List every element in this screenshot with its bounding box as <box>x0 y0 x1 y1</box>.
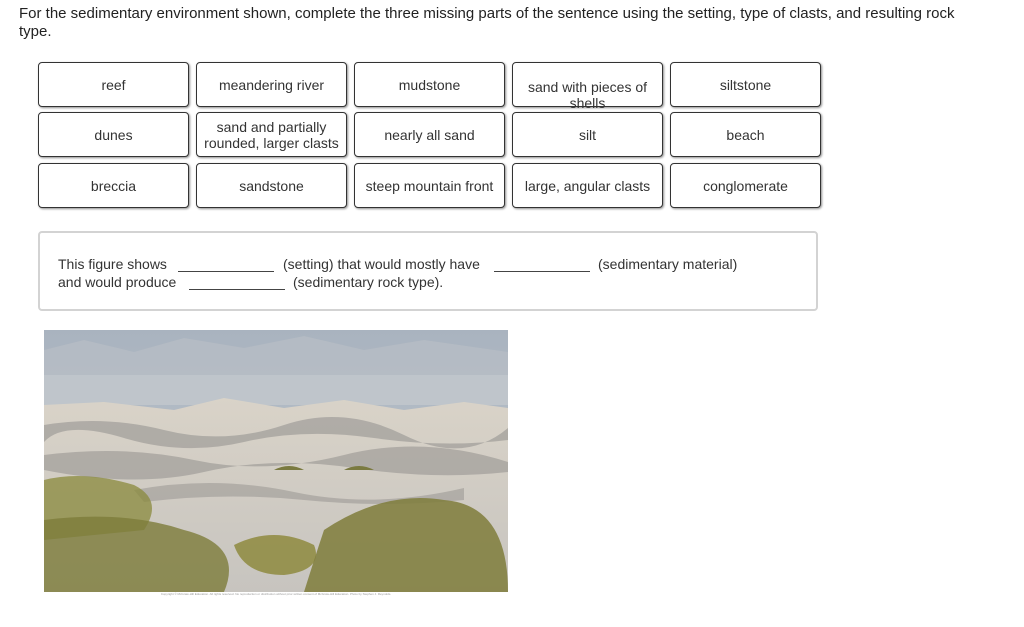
dunes-illustration <box>44 330 508 592</box>
sentence-drop-area: This figure shows (setting) that would m… <box>38 231 818 311</box>
tile-sand-with-shells[interactable]: sand with pieces of shells <box>512 62 663 111</box>
tile-steep-mountain-front[interactable]: steep mountain front <box>354 163 505 208</box>
sentence-text-2: (setting) that would mostly have <box>283 256 480 272</box>
tile-silt[interactable]: silt <box>512 112 663 157</box>
tile-mudstone[interactable]: mudstone <box>354 62 505 107</box>
tile-dunes[interactable]: dunes <box>38 112 189 157</box>
sentence-text-1: This figure shows <box>58 256 167 272</box>
sand-dunes-photo <box>44 330 508 592</box>
sentence-text-4: and would produce <box>58 274 177 290</box>
tile-reef[interactable]: reef <box>38 62 189 107</box>
photo-credit: Copyright © McGraw-Hill Education. All r… <box>160 592 392 596</box>
sentence-text-5: (sedimentary rock type). <box>293 274 444 290</box>
sentence-text-3: (sedimentary material) <box>598 256 738 272</box>
tile-sand-rounded-clasts[interactable]: sand and partially rounded, larger clast… <box>196 112 347 157</box>
tile-siltstone[interactable]: siltstone <box>670 62 821 107</box>
tile-sandstone[interactable]: sandstone <box>196 163 347 208</box>
tile-large-angular-clasts[interactable]: large, angular clasts <box>512 163 663 208</box>
tile-meandering-river[interactable]: meandering river <box>196 62 347 107</box>
blank-rock-type[interactable] <box>189 275 285 290</box>
blank-setting[interactable] <box>178 257 274 272</box>
tile-beach[interactable]: beach <box>670 112 821 157</box>
blank-sedimentary-material[interactable] <box>494 257 590 272</box>
tile-conglomerate[interactable]: conglomerate <box>670 163 821 208</box>
tile-nearly-all-sand[interactable]: nearly all sand <box>354 112 505 157</box>
question-prompt: For the sedimentary environment shown, c… <box>19 5 955 40</box>
tile-breccia[interactable]: breccia <box>38 163 189 208</box>
